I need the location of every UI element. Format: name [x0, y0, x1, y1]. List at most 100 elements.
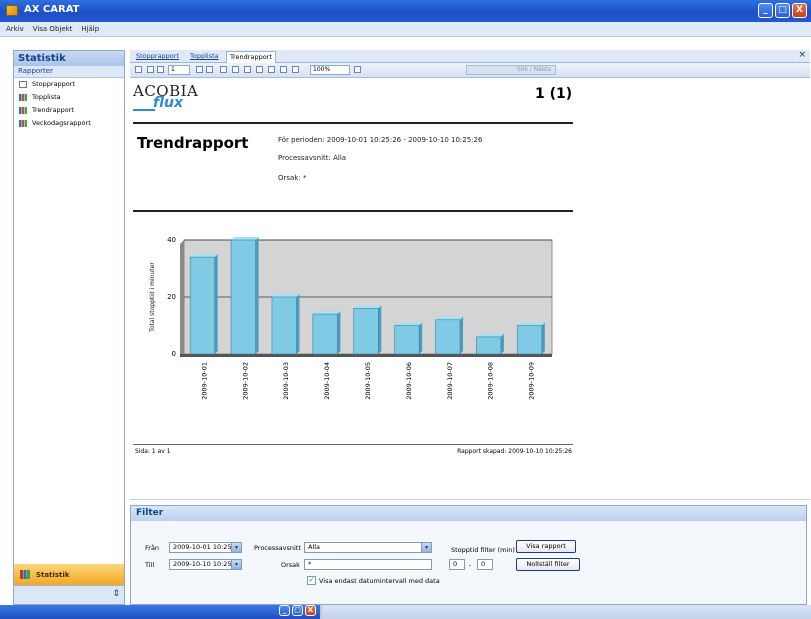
- print-layout-icon[interactable]: [268, 66, 275, 73]
- sidebar-item-trendrapport[interactable]: Trendrapport: [14, 104, 124, 117]
- bar-chart-icon: [19, 120, 27, 127]
- report-title: Trendrapport: [137, 134, 249, 152]
- dropdown-arrow-icon[interactable]: ▾: [421, 543, 431, 552]
- sidebar-item-topplista[interactable]: Topplista: [14, 91, 124, 104]
- bar: [189, 256, 216, 355]
- only-data-checkbox[interactable]: ✓: [307, 576, 316, 585]
- print-icon[interactable]: [256, 66, 263, 73]
- tab-stopprapport[interactable]: Stopprapport: [136, 51, 179, 62]
- next-page-icon[interactable]: [196, 66, 203, 73]
- refresh-icon[interactable]: [244, 66, 251, 73]
- document-icon: [19, 81, 27, 88]
- report-toolbar: 1 100% Sök / Nästa: [130, 63, 810, 78]
- bar: [476, 336, 502, 355]
- report-page: ACOBIA flux 1 (1) Trendrapport För perio…: [130, 78, 575, 499]
- bar-chart-icon: [19, 94, 27, 101]
- sidebar-item-label: Topplista: [32, 93, 61, 101]
- menu-hjalp[interactable]: Hjälp: [81, 22, 99, 36]
- second-window-controls: _ □ X: [279, 605, 316, 616]
- bar-top: [394, 322, 423, 326]
- back-icon[interactable]: [220, 66, 227, 73]
- cause-label: Orsak: [281, 561, 300, 569]
- expand-icon[interactable]: ⇕: [112, 589, 120, 599]
- app-icon: [6, 5, 18, 16]
- sidebar-bottom-bar: ⇕: [14, 585, 124, 604]
- report-filter-divider: [130, 499, 810, 500]
- bar: [394, 325, 420, 355]
- to-date-picker[interactable]: 2009-10-10 10:25 ▾: [169, 559, 242, 570]
- process-label: Processavsnitt: [254, 544, 301, 552]
- bar-top: [190, 254, 218, 258]
- bar-side: [419, 322, 423, 354]
- y-tick-label: 0: [172, 350, 176, 358]
- reset-filter-button[interactable]: Nollställ filter: [516, 558, 580, 571]
- export-icon[interactable]: [292, 66, 299, 73]
- close-tab-icon[interactable]: ×: [798, 50, 806, 60]
- x-tick-label: 2009-10-09: [528, 362, 536, 400]
- stoptime-min-input[interactable]: 0: [449, 559, 465, 570]
- find-input[interactable]: Sök / Nästa: [466, 65, 556, 75]
- sidebar-section-rapporter: Rapporter: [14, 66, 124, 78]
- bar: [353, 308, 379, 355]
- x-tick-label: 2009-10-03: [282, 362, 290, 400]
- cause-input[interactable]: *: [304, 559, 432, 570]
- minimize-button[interactable]: _: [758, 3, 773, 18]
- only-data-label: Visa endast datumintervall med data: [319, 577, 440, 585]
- maximize-button[interactable]: □: [292, 605, 303, 616]
- bar-side: [460, 316, 464, 354]
- bar-side: [541, 322, 545, 354]
- zoom-dropdown-icon[interactable]: [354, 66, 361, 73]
- stoptime-range-dash: -: [469, 561, 472, 569]
- menu-arkiv[interactable]: Arkiv: [6, 22, 24, 36]
- calendar-dropdown-icon[interactable]: ▾: [231, 543, 241, 552]
- bar-top: [435, 316, 464, 320]
- first-page-icon[interactable]: [147, 66, 154, 73]
- zoom-select[interactable]: 100%: [310, 65, 350, 75]
- previous-page-icon[interactable]: [157, 66, 164, 73]
- sidebar-item-label: Veckodagsrapport: [32, 119, 91, 127]
- close-button[interactable]: X: [792, 3, 807, 18]
- minimize-button[interactable]: _: [279, 605, 290, 616]
- report-period: För perioden: 2009-10-01 10:25:26 - 2009…: [278, 136, 483, 144]
- close-button[interactable]: X: [305, 605, 316, 616]
- x-tick-label: 2009-10-01: [200, 362, 208, 400]
- stop-icon[interactable]: [232, 66, 239, 73]
- bar-side: [378, 305, 382, 354]
- bar-side: [214, 254, 218, 354]
- header-rule: [133, 122, 573, 124]
- page-setup-icon[interactable]: [280, 66, 287, 73]
- sidebar-item-veckodagsrapport[interactable]: Veckodagsrapport: [14, 117, 124, 130]
- plot-floor: [180, 354, 552, 357]
- process-value: Alla: [308, 543, 321, 551]
- tab-topplista[interactable]: Topplista: [190, 51, 219, 62]
- last-page-icon[interactable]: [206, 66, 213, 73]
- bar-top: [312, 311, 341, 315]
- zoom-value: 100%: [313, 66, 331, 73]
- sidebar-item-label: Trendrapport: [32, 106, 74, 114]
- second-window-titlebar: _ □ X: [0, 605, 320, 619]
- process-select[interactable]: Alla ▾: [304, 542, 432, 553]
- to-label: Till: [145, 561, 155, 569]
- calendar-dropdown-icon[interactable]: ▾: [231, 560, 241, 569]
- stoptime-max-input[interactable]: 0: [477, 559, 493, 570]
- plot-left-wall: [180, 240, 184, 358]
- statistik-module-button[interactable]: Statistik: [14, 564, 124, 586]
- sidebar-item-stopprapport[interactable]: Stopprapport: [14, 78, 124, 91]
- x-tick-label: 2009-10-02: [241, 362, 249, 400]
- bar-top: [476, 333, 504, 337]
- x-tick-label: 2009-10-06: [405, 362, 413, 400]
- tab-trendrapport[interactable]: Trendrapport: [226, 51, 276, 63]
- filter-panel: Filter Från 2009-10-01 10:25 ▾ Till 2009…: [130, 505, 807, 605]
- document-map-icon[interactable]: [135, 66, 142, 73]
- x-tick-label: 2009-10-04: [323, 362, 331, 400]
- page-number-input[interactable]: 1: [168, 65, 190, 75]
- show-report-button[interactable]: Visa rapport: [516, 540, 576, 553]
- statistics-icon: [20, 570, 30, 579]
- x-tick-label: 2009-10-08: [487, 362, 495, 400]
- sidebar: Statistik Rapporter Stopprapport Topplis…: [13, 50, 125, 605]
- from-date-picker[interactable]: 2009-10-01 10:25 ▾: [169, 542, 242, 553]
- acobia-flux-logo: ACOBIA flux: [133, 82, 203, 112]
- maximize-button[interactable]: □: [775, 3, 790, 18]
- menu-visa-objekt[interactable]: Visa Objekt: [33, 22, 73, 36]
- to-date-value: 2009-10-10 10:25: [173, 560, 232, 568]
